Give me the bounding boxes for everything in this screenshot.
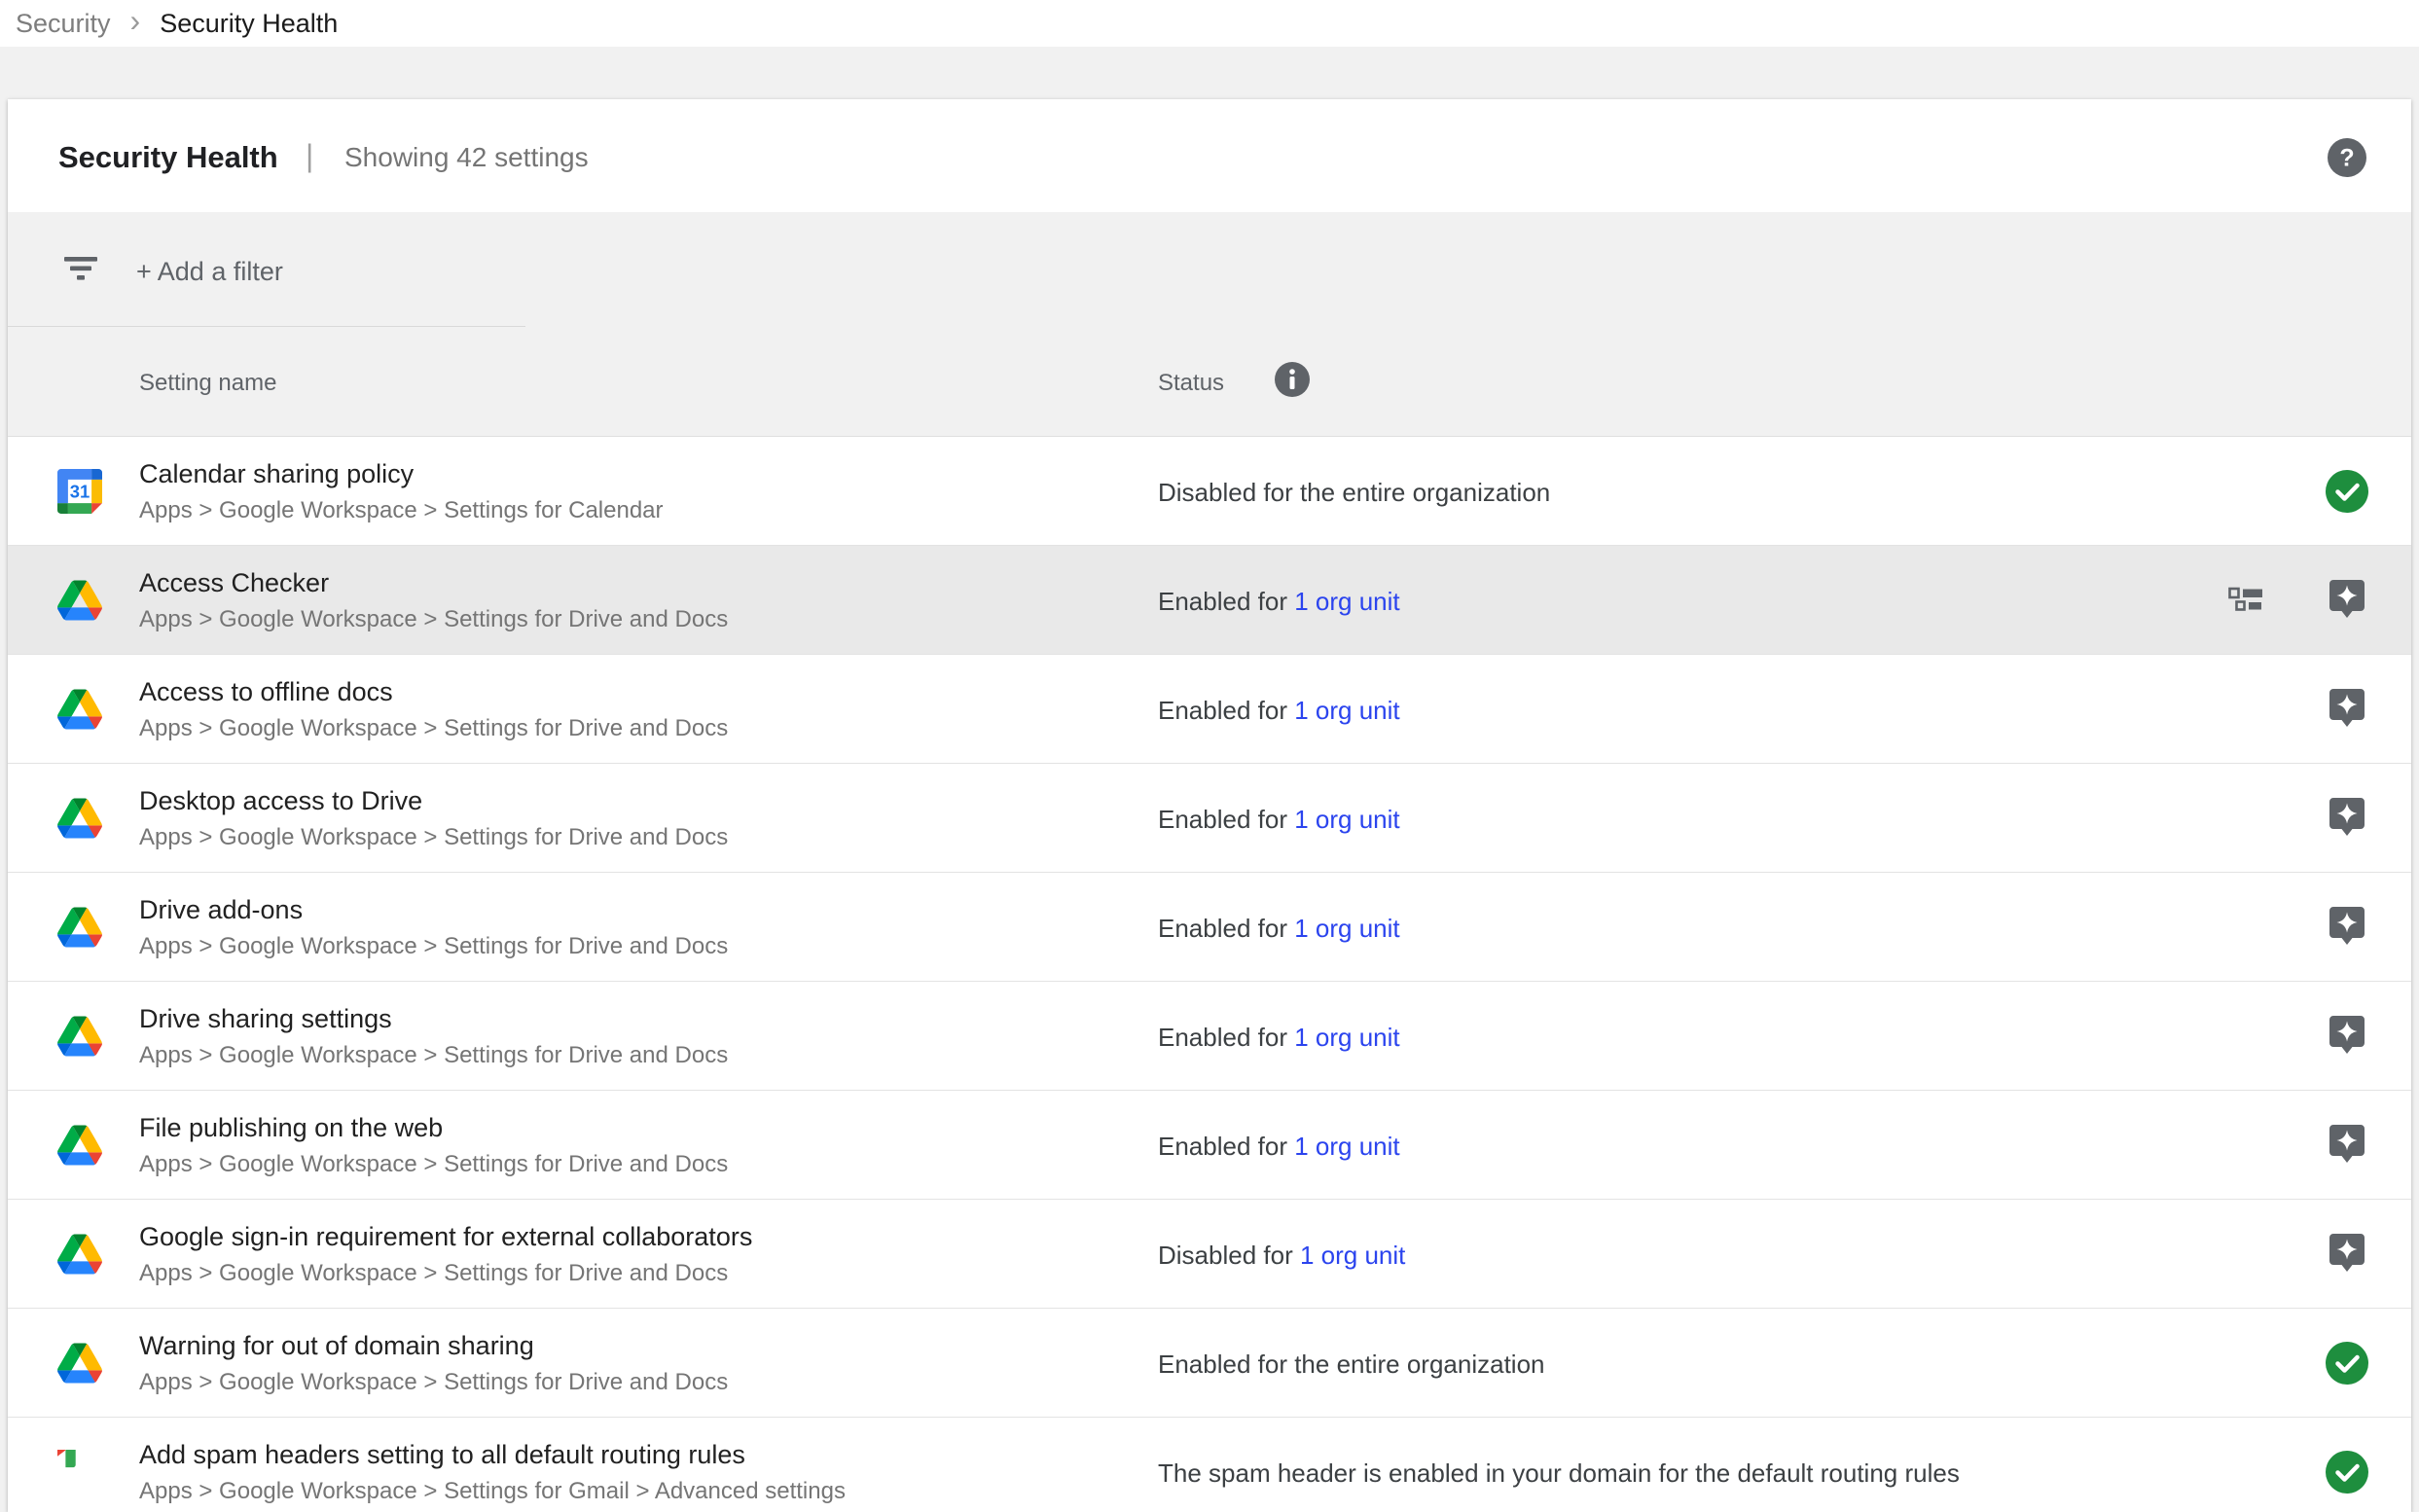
setting-status: Enabled for 1 org unit (1158, 1132, 1400, 1162)
recommendation-badge-icon[interactable] (2329, 798, 2365, 839)
setting-name: Add spam headers setting to all default … (139, 1440, 745, 1470)
google-drive-icon (57, 1341, 102, 1386)
setting-status: Enabled for 1 org unit (1158, 1023, 1400, 1053)
google-calendar-icon (57, 469, 102, 514)
google-drive-icon (57, 1123, 102, 1168)
setting-path: Apps > Google Workspace > Settings for D… (139, 824, 728, 851)
setting-name: Desktop access to Drive (139, 786, 422, 816)
chevron-right-icon: › (130, 5, 141, 42)
setting-path: Apps > Google Workspace > Settings for D… (139, 1151, 728, 1178)
table-row[interactable]: Drive sharing settings Apps > Google Wor… (8, 982, 2411, 1091)
setting-path: Apps > Google Workspace > Settings for G… (139, 1478, 846, 1505)
setting-path: Apps > Google Workspace > Settings for D… (139, 933, 728, 960)
google-drive-icon (57, 796, 102, 841)
status-ok-icon (2326, 1342, 2368, 1385)
filter-and-header-section: + Add a filter Setting name Status (8, 212, 2411, 437)
recommendation-badge-icon[interactable] (2329, 1016, 2365, 1057)
org-unit-link[interactable]: 1 org unit (1294, 805, 1399, 834)
setting-status: The spam header is enabled in your domai… (1158, 1458, 1960, 1489)
setting-name: Warning for out of domain sharing (139, 1331, 534, 1361)
setting-status: Enabled for the entire organization (1158, 1350, 1545, 1380)
table-row[interactable]: Google sign-in requirement for external … (8, 1200, 2411, 1309)
recommendation-badge-icon[interactable] (2329, 689, 2365, 730)
add-filter-button[interactable]: + Add a filter (136, 257, 283, 287)
breadcrumb-current-page: Security Health (160, 9, 338, 39)
table-row[interactable]: Access Checker Apps > Google Workspace >… (8, 546, 2411, 655)
setting-name: Access to offline docs (139, 677, 393, 707)
settings-count-label: Showing 42 settings (344, 142, 589, 173)
setting-name: Drive sharing settings (139, 1004, 392, 1034)
gmail-icon (57, 1450, 102, 1494)
setting-path: Apps > Google Workspace > Settings for D… (139, 1260, 728, 1287)
org-unit-link[interactable]: 1 org unit (1294, 1132, 1399, 1161)
setting-status: Enabled for 1 org unit (1158, 914, 1400, 944)
title-divider: | (306, 138, 313, 174)
security-health-page: Security › Security Health Security Heal… (0, 0, 2419, 1512)
setting-path: Apps > Google Workspace > Settings for D… (139, 606, 728, 633)
table-row[interactable]: Add spam headers setting to all default … (8, 1418, 2411, 1512)
breadcrumb-security-link[interactable]: Security (16, 9, 111, 39)
recommendation-badge-icon[interactable] (2329, 1125, 2365, 1166)
setting-status: Disabled for the entire organization (1158, 478, 1550, 508)
setting-path: Apps > Google Workspace > Settings for D… (139, 1369, 728, 1396)
org-units-applied-icon (2228, 585, 2263, 614)
google-drive-icon (57, 1232, 102, 1277)
recommendation-badge-icon[interactable] (2329, 1234, 2365, 1275)
org-unit-link[interactable]: 1 org unit (1300, 1241, 1405, 1270)
filter-divider (8, 326, 525, 327)
status-ok-icon (2326, 1451, 2368, 1494)
help-icon[interactable] (2328, 138, 2366, 177)
status-ok-icon (2326, 470, 2368, 513)
table-row[interactable]: Access to offline docs Apps > Google Wor… (8, 655, 2411, 764)
table-row[interactable]: Calendar sharing policy Apps > Google Wo… (8, 437, 2411, 546)
setting-path: Apps > Google Workspace > Settings for D… (139, 1042, 728, 1069)
security-health-card: Security Health | Showing 42 settings + … (8, 99, 2411, 1512)
table-row[interactable]: File publishing on the web Apps > Google… (8, 1091, 2411, 1200)
setting-status: Enabled for 1 org unit (1158, 805, 1400, 835)
setting-status: Disabled for 1 org unit (1158, 1241, 1405, 1271)
setting-name: Access Checker (139, 568, 329, 598)
setting-name: Drive add-ons (139, 895, 303, 925)
recommendation-badge-icon[interactable] (2329, 580, 2365, 621)
setting-name: Google sign-in requirement for external … (139, 1222, 752, 1252)
google-drive-icon (57, 578, 102, 623)
column-header-status: Status (1158, 370, 1224, 397)
org-unit-link[interactable]: 1 org unit (1294, 914, 1399, 943)
card-header: Security Health | Showing 42 settings (8, 99, 2411, 212)
setting-status: Enabled for 1 org unit (1158, 696, 1400, 726)
recommendation-badge-icon[interactable] (2329, 907, 2365, 948)
setting-status: Enabled for 1 org unit (1158, 587, 1400, 617)
google-drive-icon (57, 905, 102, 950)
filter-list-icon (63, 255, 98, 282)
info-icon[interactable] (1275, 362, 1310, 397)
page-title: Security Health (58, 140, 278, 175)
google-drive-icon (57, 1014, 102, 1059)
table-row[interactable]: Desktop access to Drive Apps > Google Wo… (8, 764, 2411, 873)
breadcrumb: Security › Security Health (0, 0, 2419, 47)
org-unit-link[interactable]: 1 org unit (1294, 587, 1399, 616)
table-row[interactable]: Warning for out of domain sharing Apps >… (8, 1309, 2411, 1418)
table-row[interactable]: Drive add-ons Apps > Google Workspace > … (8, 873, 2411, 982)
setting-name: File publishing on the web (139, 1113, 443, 1143)
column-header-setting-name: Setting name (139, 370, 276, 397)
org-unit-link[interactable]: 1 org unit (1294, 1023, 1399, 1052)
google-drive-icon (57, 687, 102, 732)
org-unit-link[interactable]: 1 org unit (1294, 696, 1399, 725)
setting-path: Apps > Google Workspace > Settings for D… (139, 715, 728, 742)
setting-path: Apps > Google Workspace > Settings for C… (139, 497, 664, 524)
setting-name: Calendar sharing policy (139, 459, 414, 489)
